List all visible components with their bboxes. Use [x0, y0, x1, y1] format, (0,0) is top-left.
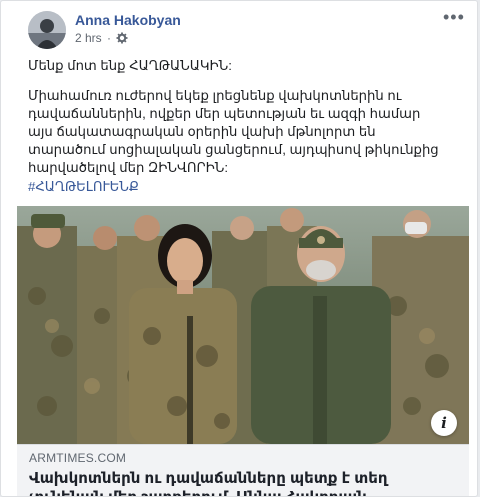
post-meta: 2 hrs · [75, 31, 128, 47]
post-card: Anna Hakobyan 2 hrs · ••• Մենք մոտ ենք Հ… [0, 0, 478, 497]
hashtag-link[interactable]: #ՀԱՂԹԵԼՈՒԵՆՔ [28, 179, 139, 195]
avatar-image [28, 11, 66, 49]
link-preview-image[interactable]: i [17, 206, 469, 444]
gear-icon[interactable] [116, 32, 128, 47]
post-text-paragraph: Միահամուռ ուժերով եկեք լրեցնենք վախկոտնե… [28, 88, 439, 175]
post-text: Մենք մոտ ենք ՀԱՂԹԱՆԱԿԻՆ: Միահամուռ ուժեր… [28, 57, 448, 177]
link-preview-box[interactable]: ARMTIMES.COM Վախկոտներն ու դավաճանները պ… [17, 444, 469, 496]
photo-people-in-camouflage [17, 206, 469, 444]
author-name[interactable]: Anna Hakobyan [75, 12, 181, 28]
post-header: Anna Hakobyan 2 hrs · ••• [28, 8, 468, 49]
avatar[interactable] [28, 11, 66, 49]
link-domain: ARMTIMES.COM [29, 451, 127, 465]
meta-separator: · [107, 31, 112, 45]
more-options-icon[interactable]: ••• [443, 8, 465, 26]
info-icon[interactable]: i [431, 410, 457, 436]
post-text-line1: Մենք մոտ ենք ՀԱՂԹԱՆԱԿԻՆ: [28, 58, 232, 73]
post-timestamp[interactable]: 2 hrs [75, 31, 102, 45]
link-title[interactable]: Վախկոտներն ու դավաճանները պետք է տեղ չու… [29, 469, 459, 496]
